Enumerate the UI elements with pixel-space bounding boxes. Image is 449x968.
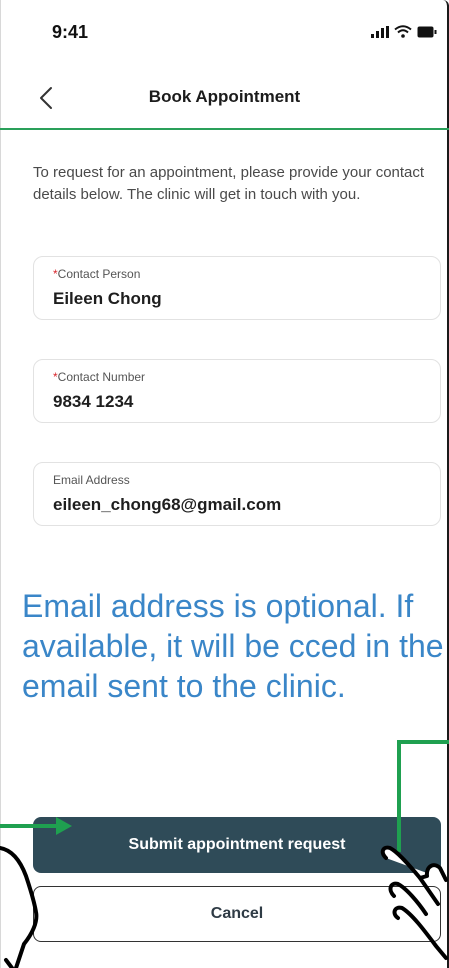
nav-bar: Book Appointment [0, 72, 449, 130]
signal-icon [371, 25, 389, 38]
email-value[interactable]: eileen_chong68@gmail.com [53, 495, 433, 515]
email-field[interactable]: Email Address eileen_chong68@gmail.com [33, 462, 441, 526]
annotation-callout: Email address is optional. If available,… [22, 588, 444, 704]
cancel-button-label: Cancel [210, 905, 264, 922]
cancel-button[interactable]: Cancel [33, 886, 441, 942]
email-label: Email Address [53, 473, 130, 487]
wifi-icon [394, 25, 412, 38]
intro-text: To request for an appointment, please pr… [33, 164, 425, 203]
status-icons [371, 25, 437, 38]
status-time: 9:41 [52, 22, 89, 42]
battery-icon [417, 26, 437, 37]
page-title: Book Appointment [148, 87, 301, 106]
contact-number-label: *Contact Number [53, 370, 145, 384]
contact-person-value[interactable]: Eileen Chong [53, 289, 433, 309]
contact-person-field[interactable]: *Contact Person Eileen Chong [33, 256, 441, 320]
contact-person-label: *Contact Person [53, 267, 140, 281]
contact-person-label-text: Contact Person [57, 267, 141, 281]
status-bar: 9:41 [0, 0, 449, 70]
contact-number-value[interactable]: 9834 1234 [53, 392, 433, 412]
contact-number-label-text: Contact Number [57, 370, 146, 384]
contact-number-field[interactable]: *Contact Number 9834 1234 [33, 359, 441, 423]
submit-appointment-button[interactable]: Submit appointment request [33, 817, 441, 873]
submit-button-label: Submit appointment request [128, 836, 346, 853]
